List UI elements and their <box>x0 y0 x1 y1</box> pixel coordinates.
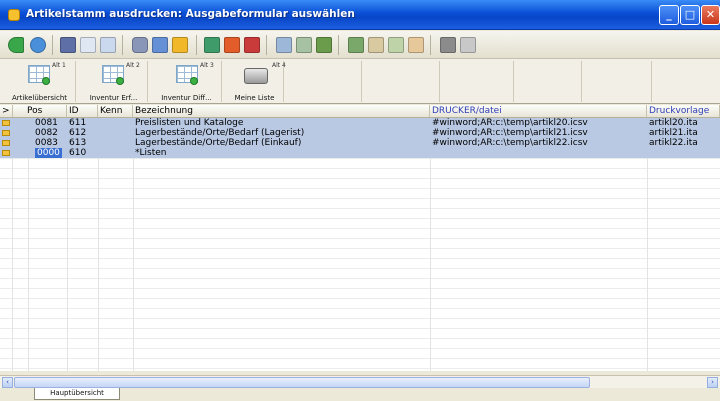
button-label: Inventur Erf... <box>89 94 138 102</box>
row-marker-icon <box>2 130 10 136</box>
cell-kenn <box>98 128 133 138</box>
table-row[interactable]: 0000 610 *Listen <box>0 148 720 158</box>
column-header-id[interactable]: ID <box>67 105 98 117</box>
inventur-differenz-button[interactable]: Alt 3 Inventur Diff... <box>152 61 222 102</box>
record-icon[interactable] <box>224 37 240 53</box>
cell-druckvorlage: artikl22.ita <box>649 138 698 148</box>
toolbar <box>0 31 720 59</box>
empty-slot <box>444 61 514 102</box>
shortcut-tag: Alt 4 <box>272 62 286 69</box>
forms-grid: > Pos ID Kenn Bezeichnung DRUCKER/datei … <box>0 105 720 371</box>
wand-icon[interactable] <box>172 37 188 53</box>
table-row[interactable]: 0081 611 Preislisten und Kataloge #winwo… <box>0 118 720 128</box>
title-bar: Artikelstamm ausdrucken: Ausgabeformular… <box>0 0 720 30</box>
scroll-left-button[interactable]: ‹ <box>2 377 13 388</box>
column-header-pos[interactable]: Pos <box>13 105 67 117</box>
cell-drucker <box>430 148 647 158</box>
sheet-tabs: Hauptübersicht <box>0 388 720 401</box>
send-icon[interactable] <box>296 37 312 53</box>
grid-view-icon[interactable] <box>100 37 116 53</box>
column-header-drucker[interactable]: DRUCKER/datei <box>430 105 647 117</box>
cell-drucker: #winword;AR:c:\temp\artikl20.icsv <box>432 118 588 128</box>
cell-drucker: #winword;AR:c:\temp\artikl22.icsv <box>432 138 588 148</box>
row-marker-icon <box>2 150 10 156</box>
button-label: Meine Liste <box>234 94 275 102</box>
report-icon[interactable] <box>368 37 384 53</box>
book-icon[interactable] <box>60 37 76 53</box>
maximize-button[interactable]: □ <box>680 5 700 25</box>
button-label: Inventur Diff... <box>161 94 212 102</box>
shortcut-tag: Alt 3 <box>200 62 214 69</box>
delete-icon[interactable] <box>244 37 260 53</box>
column-header-kenn[interactable]: Kenn <box>98 105 133 117</box>
row-marker-icon <box>2 140 10 146</box>
trash-icon[interactable] <box>460 37 476 53</box>
app-icon <box>8 9 20 21</box>
list-view-icon[interactable] <box>80 37 96 53</box>
scroll-right-button[interactable]: › <box>707 377 718 388</box>
document-icon[interactable] <box>408 37 424 53</box>
import-icon[interactable] <box>348 37 364 53</box>
meine-liste-button[interactable]: Alt 4 Meine Liste <box>226 61 286 102</box>
link-icon[interactable] <box>204 37 220 53</box>
status-dot-icon <box>116 77 124 85</box>
cell-bezeichnung: Lagerbestände/Orte/Bedarf (Lagerist) <box>135 128 305 138</box>
cell-id: 610 <box>69 148 87 158</box>
button-label: Artikelübersicht <box>11 94 68 102</box>
table-row[interactable]: 0082 612 Lagerbestände/Orte/Bedarf (Lage… <box>0 128 720 138</box>
cell-kenn <box>98 138 133 148</box>
cell-druckvorlage <box>647 148 720 158</box>
database-icon[interactable] <box>132 37 148 53</box>
print-form-ribbon: Alt 1 Artikelübersicht Alt 2 Inventur Er… <box>0 59 720 104</box>
empty-slot <box>288 61 362 102</box>
fax-icon[interactable] <box>276 37 292 53</box>
cell-pos: 0083 <box>35 138 58 148</box>
back-arrow-icon[interactable] <box>8 37 24 53</box>
cell-pos: 0000 <box>29 148 67 158</box>
cell-bezeichnung: *Listen <box>135 148 167 158</box>
cell-id: 611 <box>69 118 87 128</box>
minimize-button[interactable]: _ <box>659 5 679 25</box>
edit-report-icon[interactable] <box>388 37 404 53</box>
cell-bezeichnung: Lagerbestände/Orte/Bedarf (Einkauf) <box>135 138 302 148</box>
row-marker-icon <box>2 120 10 126</box>
scroll-thumb[interactable] <box>14 377 590 388</box>
cell-id: 613 <box>69 138 87 148</box>
shortcut-tag: Alt 1 <box>52 62 66 69</box>
cell-bezeichnung: Preislisten und Kataloge <box>135 118 244 128</box>
cell-drucker: #winword;AR:c:\temp\artikl21.icsv <box>432 128 588 138</box>
printer-icon <box>244 68 268 84</box>
cell-druckvorlage: artikl20.ita <box>649 118 698 128</box>
refresh-icon[interactable] <box>30 37 46 53</box>
status-dot-icon <box>42 77 50 85</box>
grid-header: > Pos ID Kenn Bezeichnung DRUCKER/datei … <box>0 105 720 118</box>
cell-pos-value[interactable]: 0000 <box>35 148 62 158</box>
empty-slot <box>586 61 652 102</box>
horizontal-scrollbar[interactable]: ‹ › <box>0 375 720 388</box>
tab-hauptuebersicht[interactable]: Hauptübersicht <box>34 388 120 400</box>
artikeluebersicht-button[interactable]: Alt 1 Artikelübersicht <box>4 61 76 102</box>
cell-kenn <box>98 118 133 128</box>
tools-icon[interactable] <box>440 37 456 53</box>
column-header-bezeichnung[interactable]: Bezeichnung <box>133 105 430 117</box>
column-header-marker[interactable]: > <box>0 105 13 117</box>
column-header-druckvorlage[interactable]: Druckvorlage <box>647 105 720 117</box>
empty-slot <box>366 61 440 102</box>
export-icon[interactable] <box>316 37 332 53</box>
empty-slot <box>518 61 582 102</box>
table-icon[interactable] <box>152 37 168 53</box>
cell-pos: 0081 <box>35 118 58 128</box>
window-title: Artikelstamm ausdrucken: Ausgabeformular… <box>26 8 355 20</box>
shortcut-tag: Alt 2 <box>126 62 140 69</box>
cell-kenn <box>98 148 133 158</box>
cell-id: 612 <box>69 128 87 138</box>
close-button[interactable]: ✕ <box>701 5 720 25</box>
status-dot-icon <box>190 77 198 85</box>
inventur-erfassung-button[interactable]: Alt 2 Inventur Erf... <box>80 61 148 102</box>
cell-pos: 0082 <box>35 128 58 138</box>
table-row[interactable]: 0083 613 Lagerbestände/Orte/Bedarf (Eink… <box>0 138 720 148</box>
cell-druckvorlage: artikl21.ita <box>649 128 698 138</box>
